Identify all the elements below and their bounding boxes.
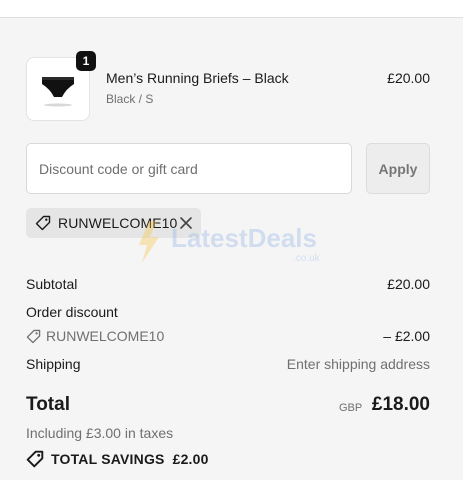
savings-label: TOTAL SAVINGS — [51, 451, 165, 467]
applied-code-label: RUNWELCOME10 — [58, 215, 178, 231]
discount-code-input[interactable] — [26, 143, 352, 194]
savings-amount: £2.00 — [172, 451, 209, 467]
apply-discount-button[interactable]: Apply — [366, 143, 430, 194]
close-icon[interactable] — [179, 216, 193, 230]
total-label: Total — [26, 394, 70, 415]
taxes-note: Including £3.00 in taxes — [26, 425, 174, 441]
total-savings: TOTAL SAVINGS £2.00 — [26, 450, 209, 468]
shipping-value: Enter shipping address — [286, 356, 430, 372]
briefs-product-image — [42, 77, 74, 107]
discount-code-line: RUNWELCOME10 — [26, 328, 164, 344]
cart-line-item: 1 Men’s Running Briefs – Black Black / S… — [26, 51, 430, 121]
quantity-badge: 1 — [76, 51, 96, 71]
discount-code-text: RUNWELCOME10 — [46, 328, 165, 344]
top-header-strip — [0, 0, 463, 18]
product-variant: Black / S — [106, 92, 154, 106]
shipping-label: Shipping — [26, 356, 81, 372]
subtotal-label: Subtotal — [26, 276, 78, 292]
product-name: Men’s Running Briefs – Black — [106, 70, 289, 86]
subtotal-value: £20.00 — [387, 276, 430, 292]
total-amount: £18.00 — [371, 394, 430, 415]
order-discount-label: Order discount — [26, 304, 118, 320]
tag-icon — [35, 215, 51, 231]
tag-icon — [26, 329, 41, 343]
total-currency: GBP — [339, 402, 363, 414]
discount-amount: – £2.00 — [383, 328, 430, 344]
product-price: £20.00 — [387, 70, 430, 86]
savings-tag-icon — [26, 450, 44, 468]
applied-discount-chip: RUNWELCOME10 — [26, 208, 201, 238]
